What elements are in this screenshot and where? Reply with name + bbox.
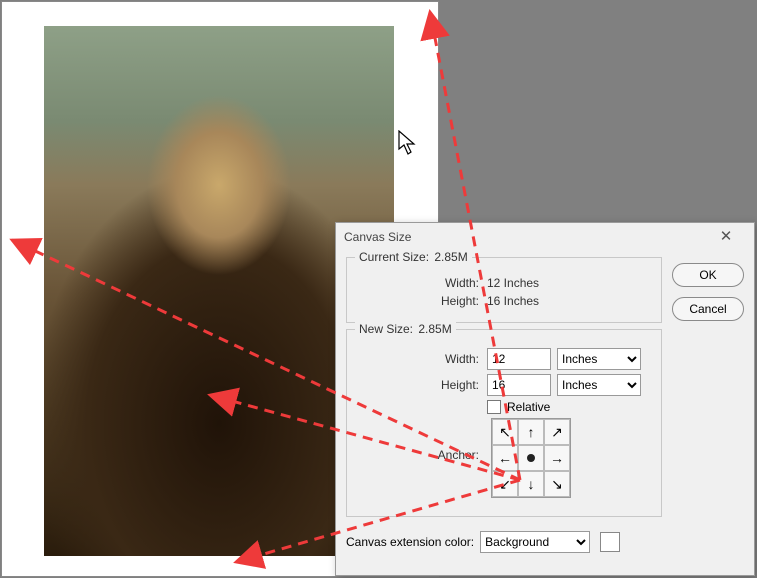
dialog-titlebar[interactable]: Canvas Size ✕ bbox=[336, 223, 754, 251]
new-width-input[interactable] bbox=[487, 348, 551, 370]
extension-color-swatch[interactable] bbox=[600, 532, 620, 552]
dialog-title: Canvas Size bbox=[344, 223, 411, 251]
new-height-units-select[interactable]: Inches bbox=[557, 374, 641, 396]
anchor-e[interactable]: → bbox=[544, 445, 570, 471]
anchor-s[interactable]: ↓ bbox=[518, 471, 544, 497]
current-size-label: Current Size: 2.85M bbox=[355, 250, 472, 264]
new-height-input[interactable] bbox=[487, 374, 551, 396]
cancel-button[interactable]: Cancel bbox=[672, 297, 744, 321]
ok-button[interactable]: OK bbox=[672, 263, 744, 287]
anchor-ne[interactable]: ↗ bbox=[544, 419, 570, 445]
anchor-grid: ↖ ↑ ↗ ← → ↙ ↓ ↘ bbox=[491, 418, 571, 498]
mouse-cursor-icon bbox=[398, 130, 418, 156]
relative-checkbox[interactable] bbox=[487, 400, 501, 414]
anchor-center[interactable] bbox=[518, 445, 544, 471]
current-width-label: Width: bbox=[357, 276, 487, 290]
anchor-n[interactable]: ↑ bbox=[518, 419, 544, 445]
new-height-label: Height: bbox=[357, 378, 487, 392]
anchor-nw[interactable]: ↖ bbox=[492, 419, 518, 445]
current-height-value: 16 Inches bbox=[487, 294, 539, 308]
canvas-size-dialog: Canvas Size ✕ OK Cancel Current Size: 2.… bbox=[335, 222, 755, 576]
anchor-se[interactable]: ↘ bbox=[544, 471, 570, 497]
current-width-value: 12 Inches bbox=[487, 276, 539, 290]
current-height-label: Height: bbox=[357, 294, 487, 308]
close-icon[interactable]: ✕ bbox=[706, 223, 746, 251]
new-size-label: New Size: 2.85M bbox=[355, 322, 456, 336]
new-width-units-select[interactable]: Inches bbox=[557, 348, 641, 370]
current-size-group: Current Size: 2.85M Width: 12 Inches Hei… bbox=[346, 257, 662, 323]
extension-color-select[interactable]: Background bbox=[480, 531, 590, 553]
relative-label: Relative bbox=[507, 400, 550, 414]
new-size-group: New Size: 2.85M Width: Inches Height: In… bbox=[346, 329, 662, 517]
anchor-label: Anchor: bbox=[357, 418, 487, 462]
extension-color-label: Canvas extension color: bbox=[346, 535, 474, 549]
anchor-w[interactable]: ← bbox=[492, 445, 518, 471]
new-width-label: Width: bbox=[357, 352, 487, 366]
anchor-sw[interactable]: ↙ bbox=[492, 471, 518, 497]
